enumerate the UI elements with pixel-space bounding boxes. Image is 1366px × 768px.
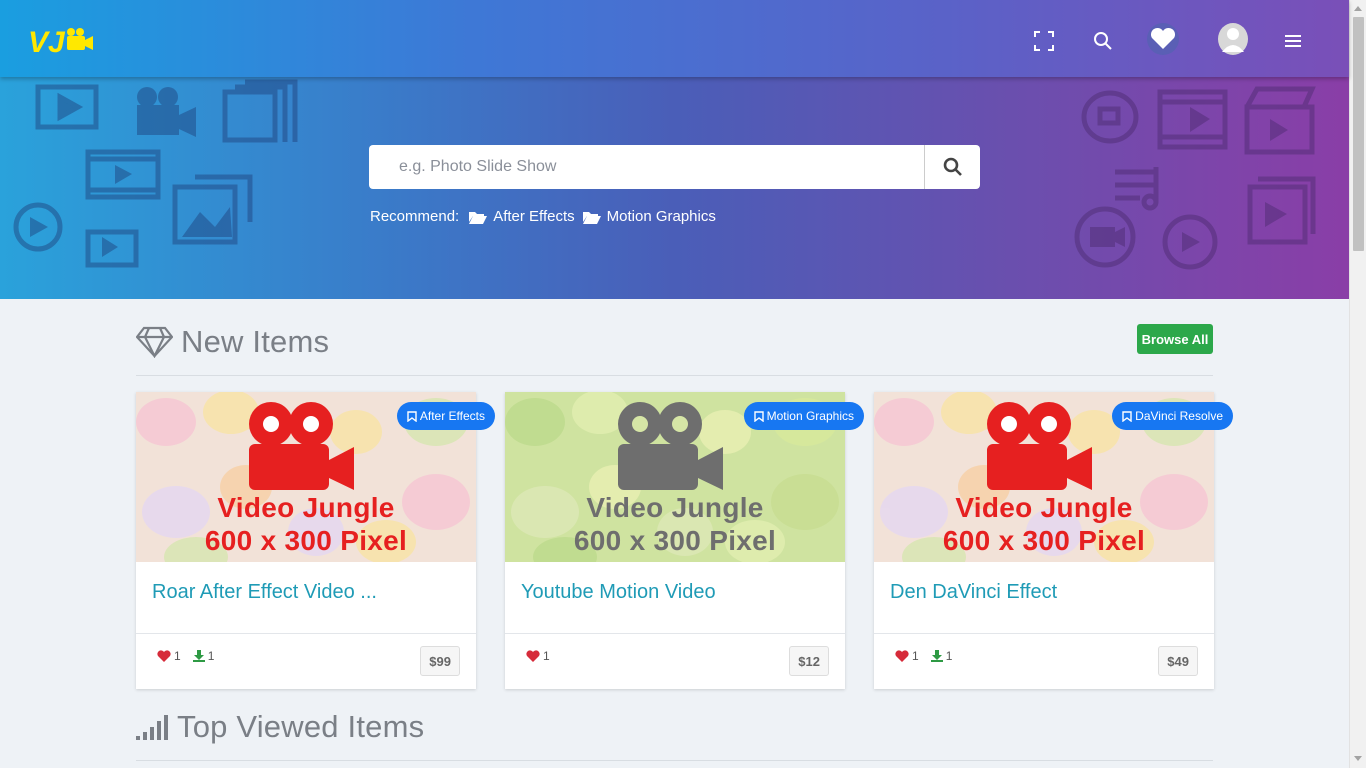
downloads-stat: 1 <box>930 649 953 663</box>
download-icon <box>192 650 205 662</box>
item-card[interactable]: Video Jungle 600 x 300 Pixel DaVinci Res… <box>874 392 1233 689</box>
recommend-link-label: After Effects <box>493 208 575 225</box>
section-divider <box>136 375 1213 376</box>
card-divider <box>505 633 845 634</box>
recommend-link-after-effects[interactable]: After Effects <box>469 208 575 225</box>
recommend-row: Recommend: After Effects Motion Graphics <box>370 208 724 225</box>
new-items-header: New Items <box>136 324 1213 360</box>
section-divider <box>136 760 1213 761</box>
vj-logo[interactable]: VJ <box>28 24 96 56</box>
item-title[interactable]: Youtube Motion Video <box>521 581 716 604</box>
thumb-line-1: Video Jungle <box>217 492 395 523</box>
price-tag: $12 <box>789 646 829 676</box>
category-label: DaVinci Resolve <box>1135 409 1223 423</box>
thumb-line-1: Video Jungle <box>586 492 764 523</box>
thumb-line-1: Video Jungle <box>955 492 1133 523</box>
item-card[interactable]: Video Jungle 600 x 300 Pixel Motion Grap… <box>505 392 864 689</box>
recommend-link-motion-graphics[interactable]: Motion Graphics <box>582 208 716 225</box>
category-badge[interactable]: After Effects <box>396 402 495 430</box>
item-stats: 1 1 <box>895 649 964 663</box>
folder-open-icon <box>582 211 601 224</box>
item-card[interactable]: Video Jungle 600 x 300 Pixel After Effec… <box>136 392 495 689</box>
category-label: After Effects <box>419 409 485 423</box>
search-bar <box>369 145 980 189</box>
svg-text:VJ: VJ <box>28 26 66 56</box>
fullscreen-icon[interactable] <box>1027 24 1061 58</box>
search-icon <box>943 157 962 176</box>
heart-icon <box>526 650 540 662</box>
recommend-label: Recommend: <box>370 208 460 225</box>
bookmark-icon <box>1122 410 1132 422</box>
scroll-up-arrow-icon[interactable] <box>1354 6 1362 11</box>
thumb-line-2: 600 x 300 Pixel <box>204 525 408 556</box>
diamond-icon <box>136 326 173 358</box>
likes-stat: 1 <box>157 649 181 663</box>
downloads-count: 1 <box>945 649 953 663</box>
likes-stat: 1 <box>526 649 550 663</box>
search-input[interactable] <box>369 145 924 189</box>
downloads-stat: 1 <box>192 649 215 663</box>
folder-open-icon <box>469 211 488 224</box>
category-badge[interactable]: Motion Graphics <box>743 402 864 430</box>
hamburger-menu-icon[interactable] <box>1276 24 1310 58</box>
thumb-line-2: 600 x 300 Pixel <box>573 525 777 556</box>
heart-icon <box>157 650 171 662</box>
user-avatar[interactable] <box>1216 22 1250 56</box>
downloads-count: 1 <box>207 649 215 663</box>
new-items-title: New Items <box>181 324 330 359</box>
page-scrollbar[interactable] <box>1349 0 1366 768</box>
page: VJ e.g. Photo Slide Show Recommend: Afte… <box>0 0 1366 768</box>
search-icon[interactable] <box>1086 24 1120 58</box>
download-icon <box>930 650 943 662</box>
likes-stat: 1 <box>895 649 919 663</box>
category-label: Motion Graphics <box>766 409 854 423</box>
item-stats: 1 1 <box>157 649 226 663</box>
favorites-heart-icon[interactable] <box>1146 22 1180 56</box>
category-badge[interactable]: DaVinci Resolve <box>1112 402 1233 430</box>
card-divider <box>136 633 476 634</box>
thumb-line-2: 600 x 300 Pixel <box>942 525 1146 556</box>
price-tag: $49 <box>1158 646 1198 676</box>
item-title[interactable]: Roar After Effect Video ... <box>152 581 377 604</box>
browse-all-button[interactable]: Browse All <box>1137 324 1213 354</box>
heart-icon <box>895 650 909 662</box>
decorative-media-icons-right <box>1074 86 1316 270</box>
likes-count: 1 <box>912 649 919 663</box>
search-submit-button[interactable] <box>924 145 980 189</box>
top-viewed-header: Top Viewed Items <box>136 709 1213 745</box>
scroll-down-arrow-icon[interactable] <box>1354 756 1362 761</box>
scrollbar-thumb[interactable] <box>1353 17 1364 251</box>
likes-count: 1 <box>174 649 181 663</box>
item-stats: 1 <box>526 649 562 663</box>
top-navbar: VJ <box>0 0 1349 77</box>
decorative-media-icons-left <box>13 79 298 268</box>
bookmark-icon <box>753 410 764 422</box>
recommend-link-label: Motion Graphics <box>606 208 716 225</box>
bookmark-icon <box>407 410 417 422</box>
signal-bars-icon <box>136 715 168 740</box>
likes-count: 1 <box>543 649 550 663</box>
price-tag: $99 <box>420 646 460 676</box>
item-title[interactable]: Den DaVinci Effect <box>890 581 1057 604</box>
hero-banner: Recommend: After Effects Motion Graphics <box>0 77 1349 299</box>
card-divider <box>874 633 1214 634</box>
top-viewed-title: Top Viewed Items <box>177 709 425 744</box>
